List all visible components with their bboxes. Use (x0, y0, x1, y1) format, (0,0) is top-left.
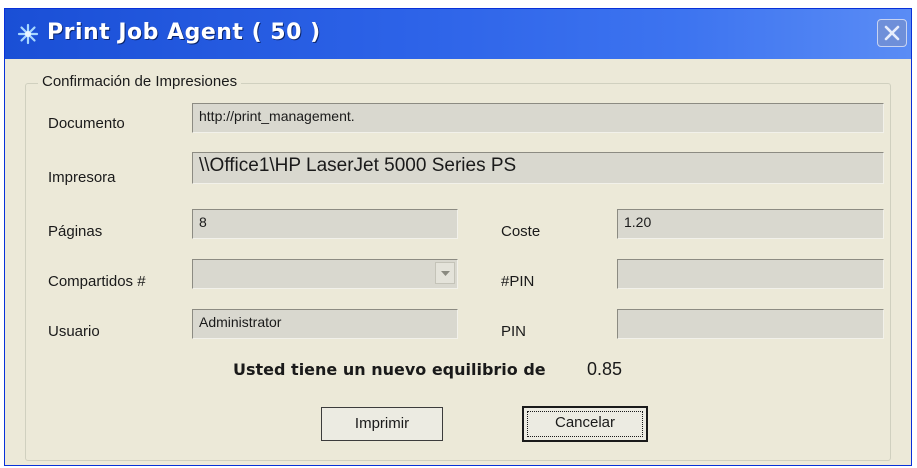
pin-label: PIN (501, 323, 527, 340)
balance-amount: 0.85 (587, 359, 623, 379)
coste-label: Coste (501, 223, 541, 240)
compartidos-label: Compartidos # (48, 273, 146, 290)
paginas-field[interactable]: 8 (192, 209, 458, 239)
pin-hash-field[interactable] (617, 259, 884, 289)
impresora-field[interactable]: \\Office1\HP LaserJet 5000 Series PS (192, 152, 884, 184)
print-job-agent-window: Print Job Agent ( 50 ) Confirmación de I… (4, 8, 912, 466)
print-button[interactable]: Imprimir (321, 407, 443, 441)
group-legend: Confirmación de Impresiones (38, 73, 242, 90)
print-button-label: Imprimir (354, 415, 410, 432)
usuario-field[interactable]: Administrator (192, 309, 458, 339)
paginas-label: Páginas (48, 223, 103, 240)
compartidos-dropdown-button[interactable] (435, 262, 455, 284)
usuario-label: Usuario (48, 323, 100, 340)
coste-field[interactable]: 1.20 (617, 209, 884, 239)
compartidos-combobox[interactable] (192, 259, 458, 289)
cancel-button[interactable]: Cancelar (522, 406, 648, 442)
pin-hash-label: #PIN (501, 273, 535, 290)
focus-ring (527, 411, 643, 437)
window-title: Print Job Agent ( 50 ) (47, 20, 321, 45)
asterisk-icon (17, 23, 39, 45)
title-bar[interactable]: Print Job Agent ( 50 ) (5, 9, 911, 59)
close-button[interactable] (877, 19, 907, 47)
documento-label: Documento (48, 115, 125, 132)
documento-field[interactable]: http://print_management. (192, 103, 884, 133)
close-icon (884, 25, 900, 41)
pin-field[interactable] (617, 309, 884, 339)
chevron-down-icon (441, 271, 450, 276)
balance-message: Usted tiene un nuevo equilibrio de (233, 360, 546, 379)
impresora-label: Impresora (48, 169, 116, 186)
